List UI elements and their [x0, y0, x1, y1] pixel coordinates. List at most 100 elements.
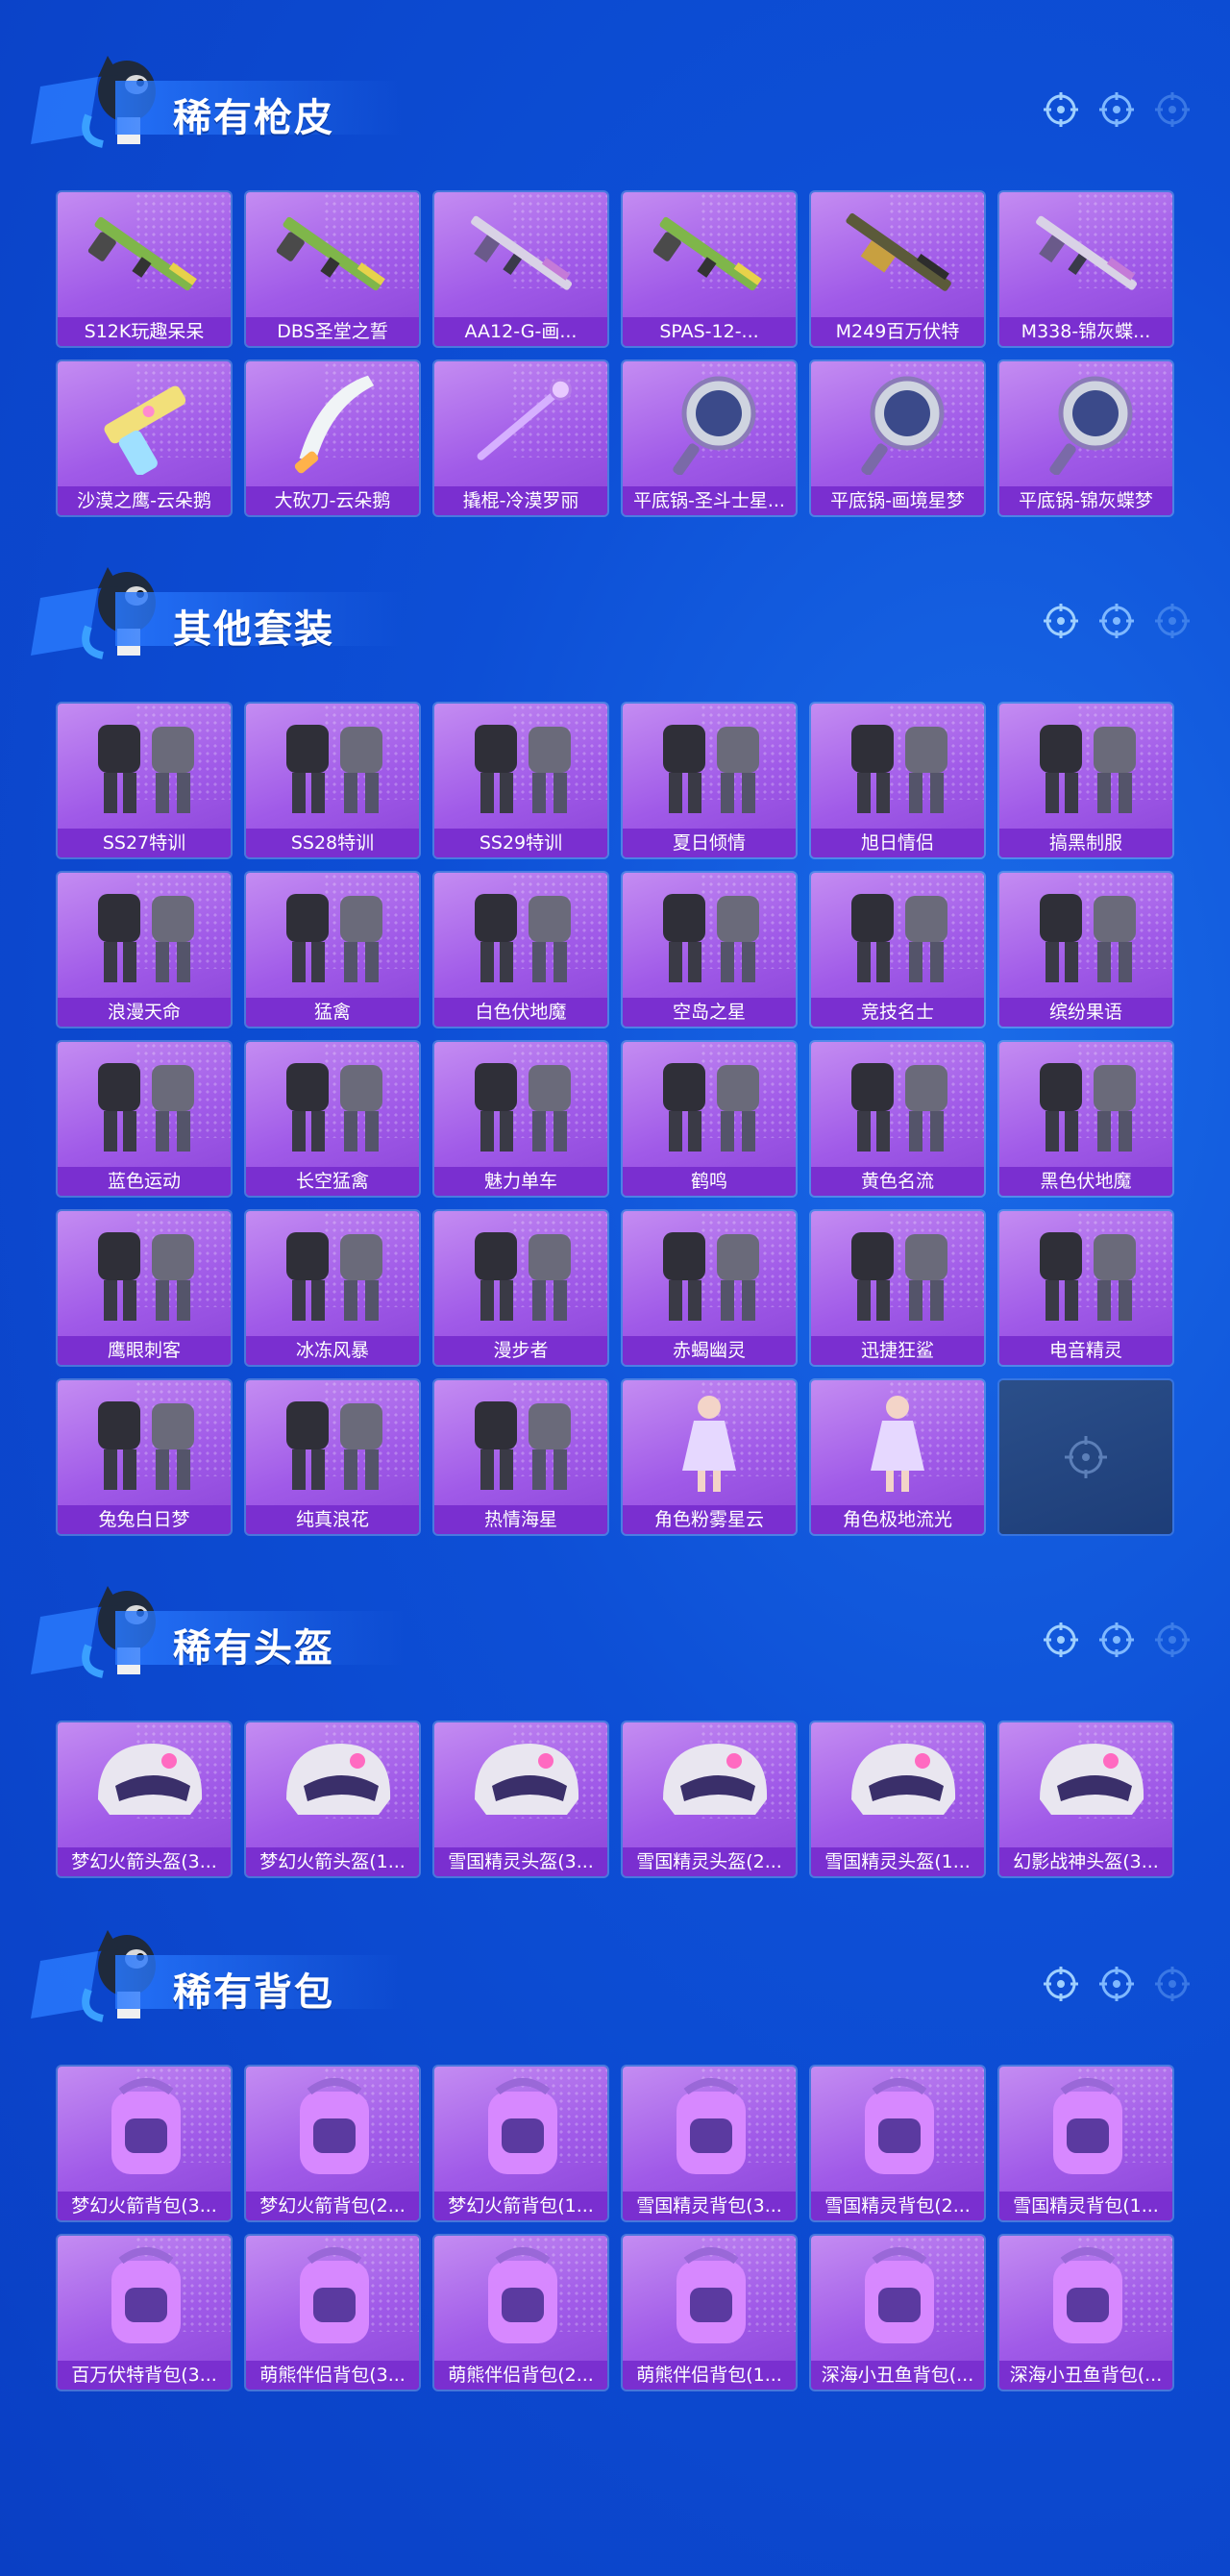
item-card[interactable]: 鹰眼刺客: [58, 1211, 231, 1365]
item-label: DBS圣堂之誓: [246, 317, 419, 346]
item-card[interactable]: SPAS-12-...: [623, 192, 796, 346]
item-card[interactable]: 雪国精灵头盔(2...: [623, 1722, 796, 1876]
item-card[interactable]: 幻影战神头盔(3...: [999, 1722, 1172, 1876]
section-title: 稀有枪皮: [173, 96, 334, 140]
outfit-icon: [663, 1063, 759, 1152]
item-card[interactable]: 角色极地流光: [811, 1380, 984, 1534]
item-label: 平底锅-锦灰蝶梦: [999, 486, 1172, 515]
item-card[interactable]: 梦幻火箭头盔(3...: [58, 1722, 231, 1876]
machine-gun-icon: [846, 212, 951, 291]
item-grid: S12K玩趣呆呆 DBS圣堂之誓 AA12-G-画... SPAS-12-... M24…: [58, 192, 1172, 515]
item-card[interactable]: 梦幻火箭头盔(1...: [246, 1722, 419, 1876]
item-card[interactable]: 百万伏特背包(3...: [58, 2236, 231, 2390]
item-card[interactable]: 魅力单车: [434, 1042, 607, 1196]
item-card[interactable]: 平底锅-锦灰蝶梦: [999, 361, 1172, 515]
helmet-icon: [475, 1744, 579, 1815]
item-label: 萌熊伴侣背包(2...: [434, 2361, 607, 2390]
item-card[interactable]: 萌熊伴侣背包(3...: [246, 2236, 419, 2390]
item-card[interactable]: M338-锦灰蝶...: [999, 192, 1172, 346]
item-card[interactable]: 梦幻火箭背包(3...: [58, 2067, 231, 2220]
item-card[interactable]: 搞黑制服: [999, 704, 1172, 857]
item-card[interactable]: 深海小丑鱼背包(...: [811, 2236, 984, 2390]
reticle-decorations: [1042, 90, 1192, 129]
item-card[interactable]: 空岛之星: [623, 873, 796, 1027]
item-label: 黑色伏地魔: [999, 1167, 1172, 1196]
item-card[interactable]: 萌熊伴侣背包(1...: [623, 2236, 796, 2390]
item-card[interactable]: 角色粉雾星云: [623, 1380, 796, 1534]
item-card[interactable]: 梦幻火箭背包(2...: [246, 2067, 419, 2220]
section-header: 稀有头盔: [0, 1578, 1230, 1684]
outfit-icon: [98, 1232, 194, 1321]
item-card[interactable]: 缤纷果语: [999, 873, 1172, 1027]
backpack-icon: [111, 2078, 181, 2174]
item-label: 百万伏特背包(3...: [58, 2361, 231, 2390]
item-card[interactable]: 沙漠之鹰-云朵鹅: [58, 361, 231, 515]
backpack-icon: [488, 2078, 557, 2174]
item-card[interactable]: SS28特训: [246, 704, 419, 857]
item-card[interactable]: 平底锅-圣斗士星...: [623, 361, 796, 515]
item-card[interactable]: 大砍刀-云朵鹅: [246, 361, 419, 515]
item-card[interactable]: 竞技名士: [811, 873, 984, 1027]
item-card[interactable]: 电音精灵: [999, 1211, 1172, 1365]
outfit-icon: [851, 894, 947, 982]
item-card[interactable]: S12K玩趣呆呆: [58, 192, 231, 346]
item-card[interactable]: 冰冻风暴: [246, 1211, 419, 1365]
outfit-icon: [286, 1063, 382, 1152]
outfit-icon: [475, 1063, 571, 1152]
item-card[interactable]: SS27特训: [58, 704, 231, 857]
item-card[interactable]: 旭日情侣: [811, 704, 984, 857]
item-card[interactable]: 长空猛禽: [246, 1042, 419, 1196]
item-label: 梦幻火箭背包(3...: [58, 2192, 231, 2220]
outfit-icon: [475, 1232, 571, 1321]
item-label: 梦幻火箭头盔(1...: [246, 1847, 419, 1876]
item-card[interactable]: 浪漫天命: [58, 873, 231, 1027]
item-card[interactable]: DBS圣堂之誓: [246, 192, 419, 346]
item-label: 兔兔白日梦: [58, 1505, 231, 1534]
item-card[interactable]: 赤蝎幽灵: [623, 1211, 796, 1365]
item-card[interactable]: 撬棍-冷漠罗丽: [434, 361, 607, 515]
item-card[interactable]: 热情海星: [434, 1380, 607, 1534]
item-card[interactable]: 纯真浪花: [246, 1380, 419, 1534]
outfit-icon: [286, 725, 382, 813]
item-card[interactable]: 夏日倾情: [623, 704, 796, 857]
helmet-icon: [851, 1744, 956, 1815]
item-label: 深海小丑鱼背包(...: [999, 2361, 1172, 2390]
item-card[interactable]: 雪国精灵背包(3...: [623, 2067, 796, 2220]
section-other-outfits: 其他套装 SS27特训 SS28特训 SS29特训 夏日倾情 旭日情侣 搞黑制服 浪漫天命猛…: [0, 559, 1230, 1534]
item-card[interactable]: M249百万伏特: [811, 192, 984, 346]
item-card[interactable]: 雪国精灵背包(1...: [999, 2067, 1172, 2220]
item-card[interactable]: 深海小丑鱼背包(...: [999, 2236, 1172, 2390]
item-card[interactable]: SS29特训: [434, 704, 607, 857]
outfit-icon: [663, 725, 759, 813]
item-card[interactable]: 梦幻火箭背包(1...: [434, 2067, 607, 2220]
item-label: 纯真浪花: [246, 1505, 419, 1534]
item-label: 萌熊伴侣背包(1...: [623, 2361, 796, 2390]
item-card[interactable]: 萌熊伴侣背包(2...: [434, 2236, 607, 2390]
section-rare-backpacks: 稀有背包 梦幻火箭背包(3... 梦幻火箭背包(2... 梦幻火箭背包(1... 雪国…: [0, 1922, 1230, 2390]
item-card[interactable]: 白色伏地魔: [434, 873, 607, 1027]
item-card[interactable]: 黑色伏地魔: [999, 1042, 1172, 1196]
item-card[interactable]: 蓝色运动: [58, 1042, 231, 1196]
item-card[interactable]: 猛禽: [246, 873, 419, 1027]
item-card[interactable]: 迅捷狂鲨: [811, 1211, 984, 1365]
item-label: SS28特训: [246, 829, 419, 857]
item-card[interactable]: 雪国精灵头盔(3...: [434, 1722, 607, 1876]
crosshair-icon: [1155, 92, 1190, 127]
item-card[interactable]: 漫步者: [434, 1211, 607, 1365]
item-card[interactable]: 黄色名流: [811, 1042, 984, 1196]
item-card[interactable]: 雪国精灵头盔(1...: [811, 1722, 984, 1876]
outfit-icon: [851, 725, 947, 813]
item-card[interactable]: AA12-G-画...: [434, 192, 607, 346]
crosshair-icon: [1065, 1436, 1107, 1478]
reticle-decorations: [1042, 602, 1192, 640]
item-card[interactable]: 雪国精灵背包(2...: [811, 2067, 984, 2220]
pan-icon: [673, 376, 756, 475]
item-card[interactable]: 兔兔白日梦: [58, 1380, 231, 1534]
crosshair-icon: [1044, 92, 1078, 127]
item-label: 雪国精灵背包(3...: [623, 2192, 796, 2220]
empty-slot: [999, 1380, 1172, 1534]
item-label: 萌熊伴侣背包(3...: [246, 2361, 419, 2390]
item-card[interactable]: 平底锅-画境星梦: [811, 361, 984, 515]
item-label: M338-锦灰蝶...: [999, 317, 1172, 346]
item-card[interactable]: 鹤鸣: [623, 1042, 796, 1196]
